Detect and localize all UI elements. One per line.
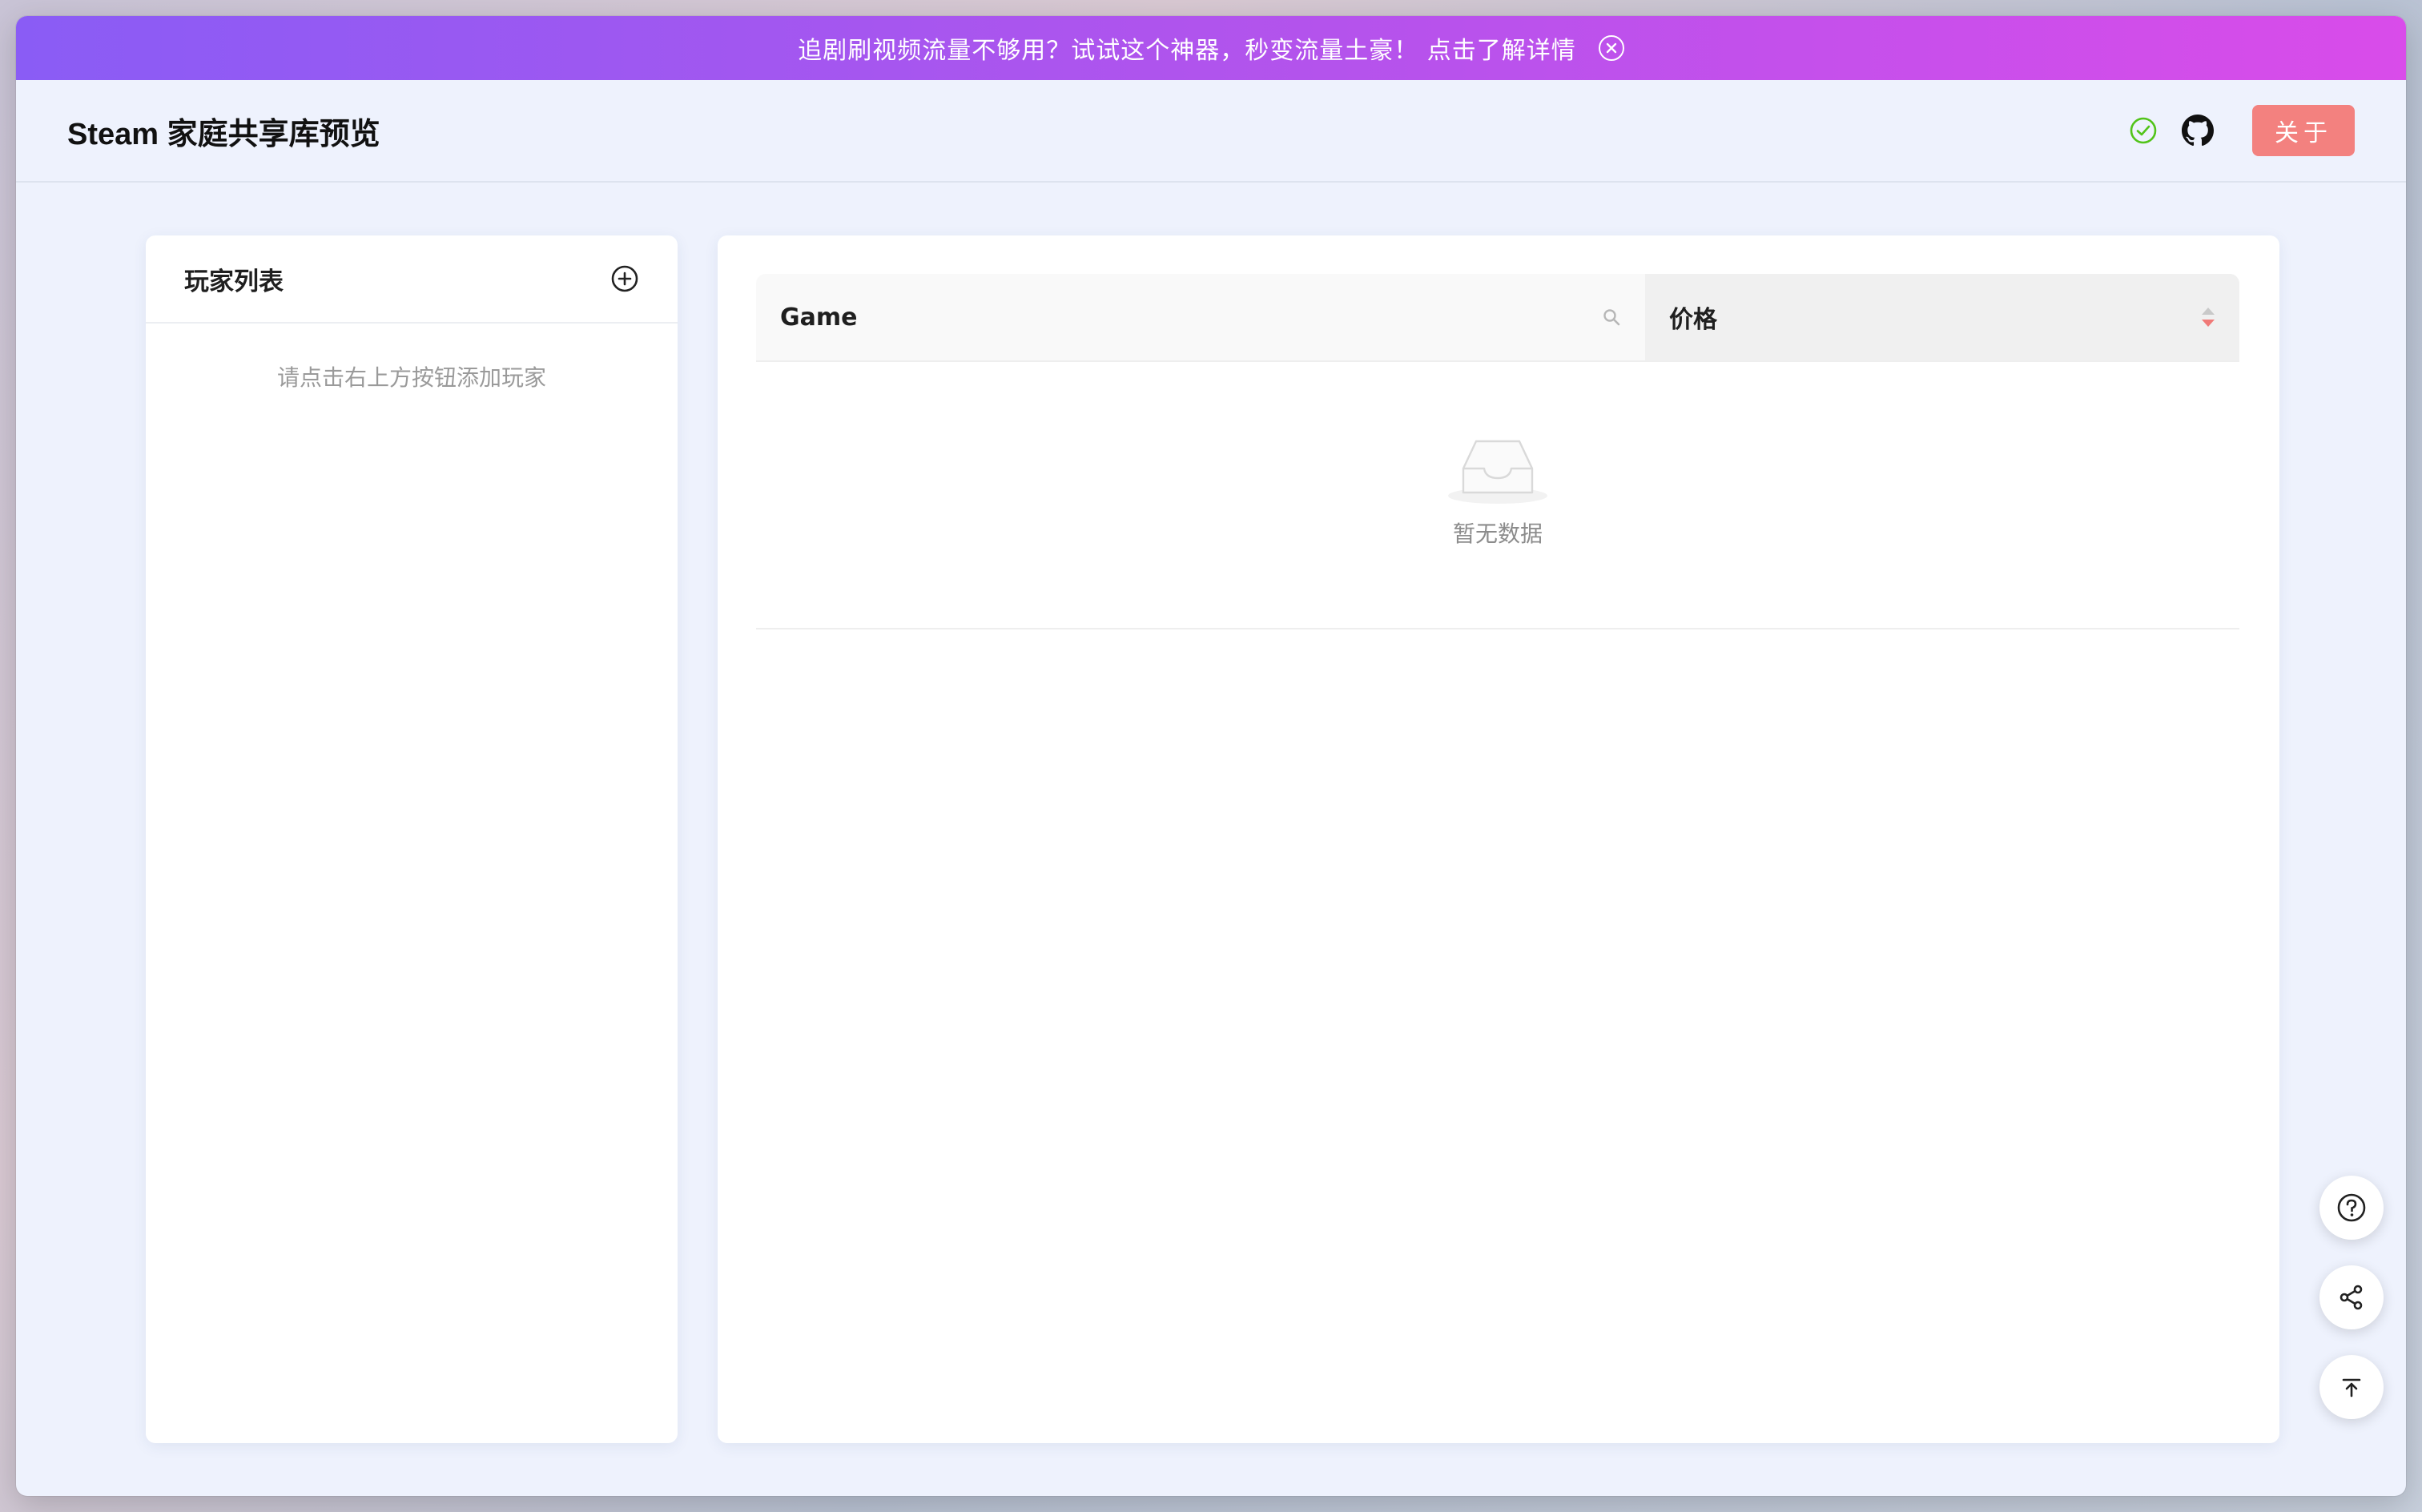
- player-list-empty-text: 请点击右上方按钮添加玩家: [276, 364, 546, 391]
- column-header-price[interactable]: 价格: [1645, 274, 2239, 360]
- close-circle-icon[interactable]: [1598, 35, 1624, 61]
- back-to-top-button[interactable]: [2319, 1355, 2384, 1419]
- sort-icon[interactable]: [2201, 307, 2215, 328]
- share-icon: [2340, 1285, 2363, 1310]
- table-empty-text: 暂无数据: [1452, 521, 1543, 547]
- inbox-icon: [1448, 440, 1547, 504]
- promo-banner[interactable]: 追剧刷视频流量不够用？试试这个神器，秒变流量土豪！ 点击了解详情: [16, 16, 2406, 80]
- app-header: Steam 家庭共享库预览 关于: [16, 80, 2406, 183]
- help-button[interactable]: [2319, 1176, 2384, 1240]
- header-actions: 关于: [2129, 105, 2355, 156]
- player-list-header: 玩家列表: [146, 235, 678, 324]
- column-header-price-label: 价格: [1669, 306, 1717, 334]
- promo-banner-text[interactable]: 追剧刷视频流量不够用？试试这个神器，秒变流量土豪！ 点击了解详情: [798, 30, 1576, 66]
- github-icon[interactable]: [2182, 115, 2214, 147]
- column-header-game: Game: [756, 274, 1645, 360]
- check-circle-icon: [2130, 117, 2157, 144]
- page-title: Steam 家庭共享库预览: [67, 117, 380, 151]
- player-list-panel: 玩家列表 请点击右上方按钮添加玩家: [146, 235, 678, 1443]
- back-to-top-icon: [2342, 1378, 2361, 1397]
- help-icon: [2337, 1193, 2366, 1222]
- plus-circle-icon[interactable]: [610, 264, 639, 293]
- search-icon[interactable]: [1602, 308, 1621, 327]
- game-table: Game 价格 暂无数据: [756, 274, 2239, 629]
- share-button[interactable]: [2319, 1265, 2384, 1329]
- column-header-game-label: Game: [780, 303, 858, 332]
- about-button[interactable]: 关于: [2252, 105, 2355, 156]
- player-list-title: 玩家列表: [184, 267, 284, 296]
- table-header: Game 价格: [756, 274, 2239, 362]
- table-empty-state: 暂无数据: [756, 362, 2239, 629]
- game-library-panel: Game 价格 暂无数据: [718, 235, 2279, 1443]
- browser-window: 追剧刷视频流量不够用？试试这个神器，秒变流量土豪！ 点击了解详情 Steam 家…: [16, 16, 2406, 1496]
